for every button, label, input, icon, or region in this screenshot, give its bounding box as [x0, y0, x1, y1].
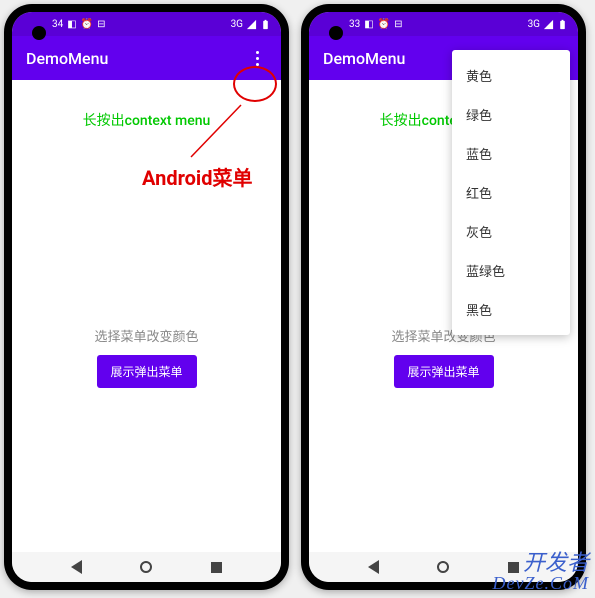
more-vert-icon	[256, 51, 259, 66]
menu-item-yellow[interactable]: 黄色	[452, 56, 570, 95]
menu-item-teal[interactable]: 蓝绿色	[452, 251, 570, 290]
recent-icon	[211, 562, 222, 573]
network-label: 3G	[231, 19, 243, 30]
show-popup-button[interactable]: 展示弹出菜单	[393, 355, 493, 388]
status-bar: 34 ◧ ⏰ ⊟ 3G	[12, 12, 281, 36]
app-title: DemoMenu	[323, 49, 405, 68]
screen-left: 34 ◧ ⏰ ⊟ 3G DemoMenu	[12, 12, 281, 582]
screen-right: 33 ◧ ⏰ ⊟ 3G DemoMenu	[309, 12, 578, 582]
camera-hole	[329, 26, 343, 40]
signal-icon	[246, 19, 257, 30]
camera-hole	[32, 26, 46, 40]
network-label: 3G	[528, 19, 540, 30]
battery-icon	[557, 19, 568, 30]
menu-item-red[interactable]: 红色	[452, 173, 570, 212]
nav-recent-button[interactable]	[209, 560, 223, 574]
watermark-url: DevZe.CoM	[493, 574, 589, 592]
back-icon	[71, 560, 82, 574]
signal-icon	[543, 19, 554, 30]
annotation-arrow	[181, 97, 251, 167]
annotation-circle	[233, 66, 277, 102]
status-icon: ⊟	[394, 19, 402, 30]
navigation-bar	[12, 552, 281, 582]
status-icon: ◧	[67, 19, 76, 30]
status-bar: 33 ◧ ⏰ ⊟ 3G	[309, 12, 578, 36]
nav-home-button[interactable]	[436, 560, 450, 574]
select-hint-label: 选择菜单改变颜色	[94, 326, 198, 345]
status-icon: ⊟	[97, 19, 105, 30]
status-icon: ⏰	[378, 19, 390, 30]
status-time: 34	[52, 19, 63, 30]
status-icon: ◧	[364, 19, 373, 30]
menu-item-black[interactable]: 黑色	[452, 290, 570, 329]
annotation-label: Android菜单	[142, 162, 252, 191]
home-icon	[140, 561, 152, 573]
nav-back-button[interactable]	[70, 560, 84, 574]
nav-back-button[interactable]	[367, 560, 381, 574]
show-popup-button[interactable]: 展示弹出菜单	[96, 355, 196, 388]
menu-item-gray[interactable]: 灰色	[452, 212, 570, 251]
phone-right: 33 ◧ ⏰ ⊟ 3G DemoMenu	[301, 4, 586, 590]
battery-icon	[260, 19, 271, 30]
options-menu: 黄色 绿色 蓝色 红色 灰色 蓝绿色 黑色	[452, 50, 570, 335]
watermark-cn: 开发者	[493, 552, 589, 574]
status-time: 33	[349, 19, 360, 30]
back-icon	[368, 560, 379, 574]
status-icon: ⏰	[81, 19, 93, 30]
app-title: DemoMenu	[26, 49, 108, 68]
menu-item-green[interactable]: 绿色	[452, 95, 570, 134]
home-icon	[437, 561, 449, 573]
phone-left: 34 ◧ ⏰ ⊟ 3G DemoMenu	[4, 4, 289, 590]
menu-item-blue[interactable]: 蓝色	[452, 134, 570, 173]
watermark: 开发者 DevZe.CoM	[493, 552, 589, 592]
nav-home-button[interactable]	[139, 560, 153, 574]
